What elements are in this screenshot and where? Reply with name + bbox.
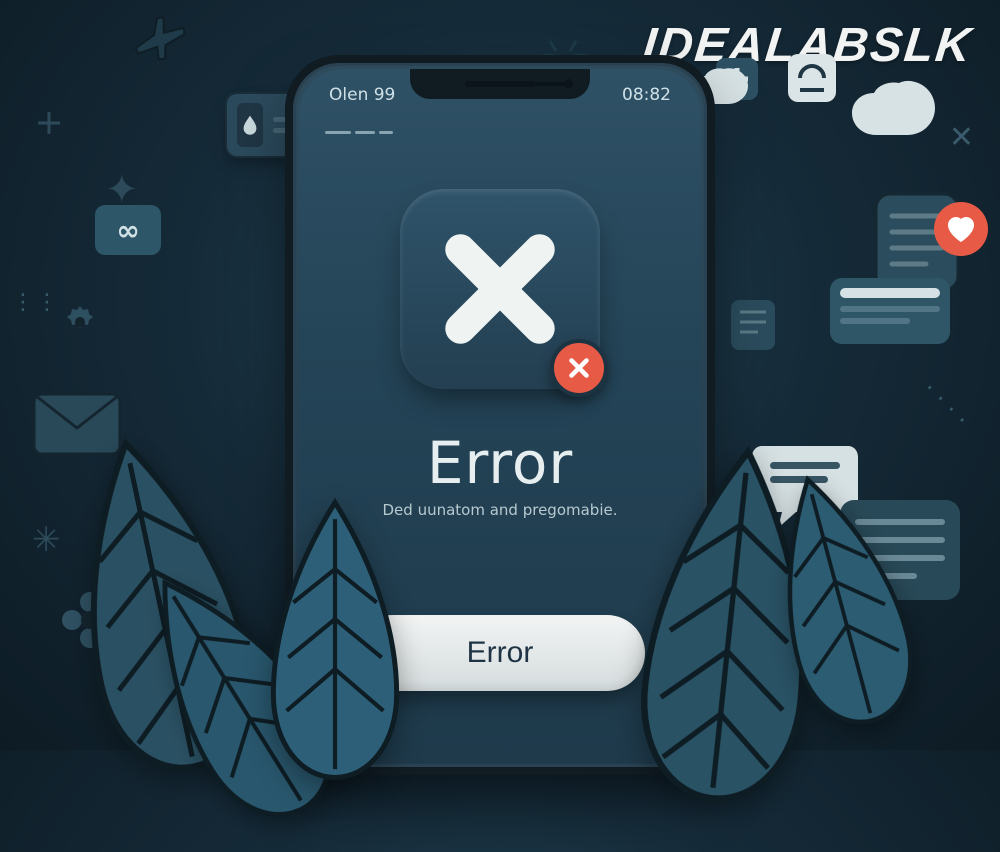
dots-icon: ⋮⋮ — [12, 290, 60, 315]
stamp-icon — [784, 50, 840, 106]
status-left-text: Olen 99 — [329, 85, 395, 105]
plus-icon: ✦ — [105, 170, 139, 210]
leaf-icon — [260, 490, 410, 790]
error-title: Error — [299, 429, 701, 497]
card-icon — [731, 300, 775, 350]
heart-badge-icon — [932, 200, 990, 258]
drop-icon — [237, 103, 263, 147]
message-card-icon — [830, 278, 950, 356]
status-bar: Olen 99 08:82 — [299, 79, 701, 105]
airplane-icon — [126, 5, 199, 70]
error-badge-icon — [550, 339, 608, 397]
infinity-badge-icon: ∞ — [95, 205, 161, 255]
dots-icon: · · · · — [917, 375, 975, 433]
app-error-icon — [400, 189, 600, 389]
gear-icon — [60, 302, 100, 342]
status-right-text: 08:82 — [622, 85, 671, 105]
hamburger-icon[interactable] — [325, 123, 675, 141]
plus-icon — [36, 110, 62, 136]
x-icon: ✕ — [949, 120, 974, 155]
